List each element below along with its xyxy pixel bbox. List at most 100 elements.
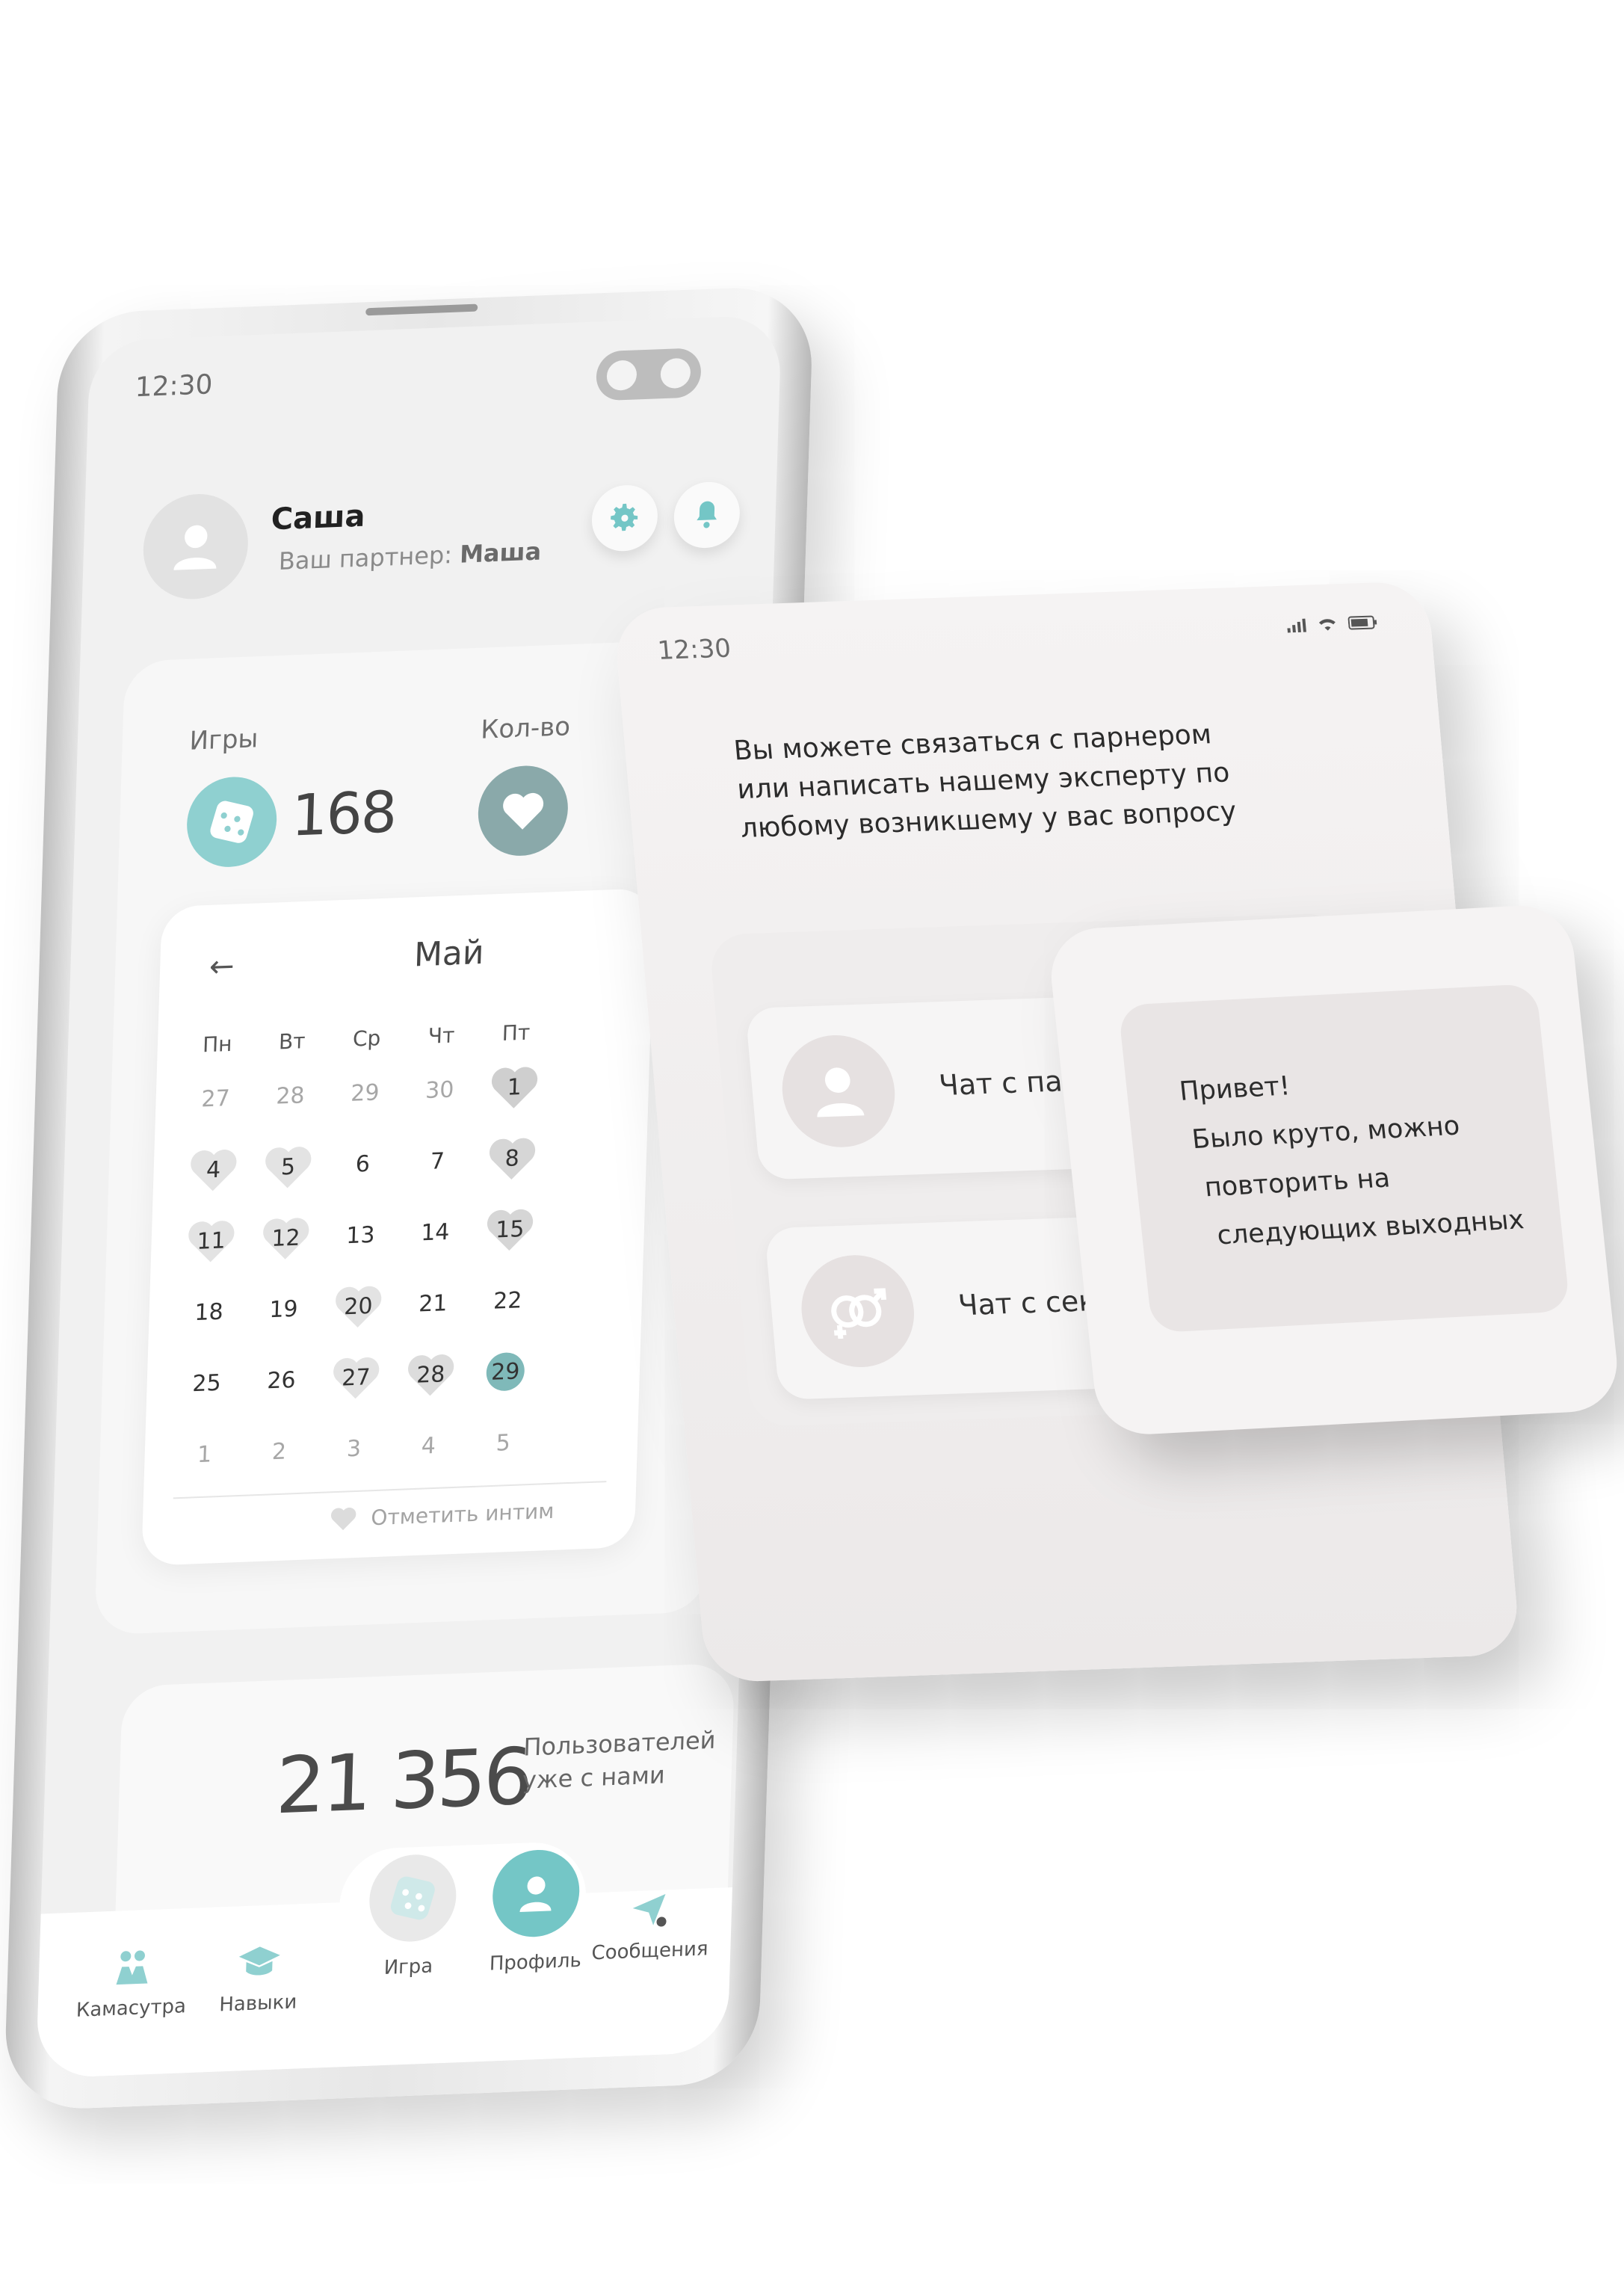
calendar-day[interactable]: 7 [407, 1135, 468, 1189]
calendar-day[interactable]: 3 [323, 1422, 384, 1476]
calendar-day-number: 28 [416, 1361, 445, 1389]
avatar[interactable] [141, 492, 250, 602]
calendar-day-number: 22 [493, 1287, 522, 1315]
calendar-day[interactable]: 18 [178, 1286, 239, 1340]
dice-icon [210, 801, 253, 843]
calendar-day[interactable]: 11 [180, 1215, 241, 1269]
calendar-day[interactable]: 22 [477, 1274, 538, 1328]
nav-label: Навыки [218, 1990, 297, 2017]
calendar-day[interactable]: 8 [481, 1132, 543, 1186]
calendar-day-number: 27 [200, 1085, 231, 1113]
calendar-day-number: 26 [266, 1366, 297, 1395]
calendar-day-number: 4 [421, 1432, 436, 1460]
message-bubble: Привет! Было круто, можно повторить на с… [1117, 983, 1571, 1333]
weekday-label: Чт [427, 1023, 455, 1049]
calendar-day-number: 14 [420, 1218, 450, 1247]
weekday-label: Ср [352, 1026, 381, 1052]
heart-icon [503, 793, 544, 830]
calendar-day-number: 5 [495, 1429, 511, 1457]
calendar-day[interactable]: 20 [327, 1280, 389, 1334]
wifi-icon [1318, 619, 1336, 631]
calendar-day[interactable]: 4 [398, 1419, 459, 1474]
calendar-day[interactable]: 29 [475, 1345, 536, 1400]
calendar-day-number: 6 [355, 1150, 371, 1178]
calendar-day-number: 3 [346, 1435, 362, 1463]
calendar-day[interactable]: 1 [484, 1061, 545, 1115]
gear-icon [611, 503, 638, 531]
nav-messages[interactable]: Сообщения [591, 1881, 708, 1964]
weekday-label: Пт [501, 1020, 531, 1046]
dice-icon [390, 1876, 435, 1920]
calendar-day-number: 20 [343, 1292, 374, 1321]
heart-icon [331, 1507, 356, 1531]
calendar-day[interactable]: 4 [182, 1143, 244, 1197]
user-icon [817, 1067, 865, 1117]
gender-symbols-icon [831, 1288, 887, 1339]
calendar-day[interactable]: 30 [409, 1064, 470, 1118]
calendar-day-number: 7 [430, 1148, 445, 1175]
calendar-day[interactable]: 27 [325, 1351, 386, 1405]
calendar-day[interactable]: 21 [402, 1277, 463, 1331]
calendar-prev-icon[interactable]: ← [209, 949, 235, 984]
calendar-day[interactable]: 5 [472, 1416, 534, 1471]
calendar-day-number: 30 [424, 1076, 454, 1105]
bell-icon [697, 501, 717, 528]
nav-game[interactable]: Игра [352, 1954, 465, 1981]
calendar-day[interactable]: 5 [257, 1141, 318, 1195]
calendar-day-number: 12 [271, 1224, 301, 1253]
message-line: следующих выходных [1215, 1205, 1526, 1251]
calendar: ← Май Пн Вт Ср Чт Пт 27 28 29 30 1 4 5 6 7 8 11 12 1… [141, 887, 655, 1567]
nav-label: Камасутра [75, 1995, 187, 2022]
calendar-day[interactable]: 28 [400, 1348, 461, 1402]
nav-label: Профиль [489, 1949, 582, 1976]
calendar-day[interactable]: 13 [330, 1209, 391, 1263]
calendar-day[interactable]: 15 [479, 1203, 540, 1257]
send-icon [592, 1881, 706, 1937]
user-avatar [777, 1033, 900, 1150]
calendar-day-number: 21 [418, 1290, 448, 1318]
calendar-day-number: 8 [504, 1145, 520, 1172]
calendar-day[interactable]: 19 [253, 1283, 314, 1337]
nav-skills[interactable]: Навыки [202, 1933, 316, 2017]
count-label: Кол-во [480, 712, 571, 745]
calendar-divider [173, 1481, 607, 1499]
calendar-day[interactable]: 27 [185, 1072, 246, 1126]
calendar-day-number: 15 [495, 1216, 525, 1244]
calendar-day[interactable]: 26 [250, 1354, 312, 1408]
calendar-day[interactable]: 28 [259, 1069, 321, 1123]
user-icon [173, 525, 217, 570]
settings-button[interactable] [590, 484, 659, 552]
mark-intimacy-button[interactable]: Отметить интим [329, 1498, 555, 1532]
status-time: 12:30 [656, 633, 732, 666]
calendar-day-number: 5 [280, 1153, 296, 1181]
calendar-day-number: 28 [275, 1082, 306, 1110]
nav-profile[interactable]: Профиль [479, 1949, 592, 1976]
gender-avatar [797, 1253, 919, 1369]
partner-line: Ваш партнер: Маша [278, 537, 541, 576]
mark-intimacy-label: Отметить интим [370, 1498, 555, 1530]
calendar-month: Май [413, 933, 485, 975]
calendar-day[interactable]: 12 [255, 1212, 316, 1266]
message-line: Привет! [1178, 1071, 1292, 1107]
calendar-day[interactable]: 2 [248, 1425, 309, 1479]
calendar-day-number: 4 [206, 1156, 221, 1184]
user-icon [519, 1876, 552, 1912]
front-camera [595, 348, 702, 401]
calendar-day-number: 29 [490, 1358, 520, 1386]
nav-kamasutra[interactable]: Камасутра [75, 1938, 189, 2022]
calendar-day[interactable]: 1 [173, 1428, 235, 1482]
calendar-day[interactable]: 6 [332, 1138, 393, 1192]
calendar-day[interactable]: 29 [334, 1066, 395, 1120]
notifications-button[interactable] [673, 481, 741, 549]
calendar-day-number: 29 [350, 1079, 380, 1107]
games-count: 168 [290, 778, 397, 849]
chat-intro-text: Вы можете связаться с парнером или напис… [732, 719, 1238, 845]
status-time: 12:30 [135, 369, 214, 404]
message-line: Было круто, можно [1191, 1111, 1462, 1156]
calendar-day-number: 27 [341, 1364, 371, 1392]
nav-label: Игра [383, 1955, 433, 1980]
calendar-day[interactable]: 25 [176, 1357, 237, 1411]
couple-icon [75, 1938, 189, 1995]
calendar-day-number: 25 [191, 1369, 222, 1398]
calendar-day[interactable]: 14 [404, 1206, 466, 1260]
